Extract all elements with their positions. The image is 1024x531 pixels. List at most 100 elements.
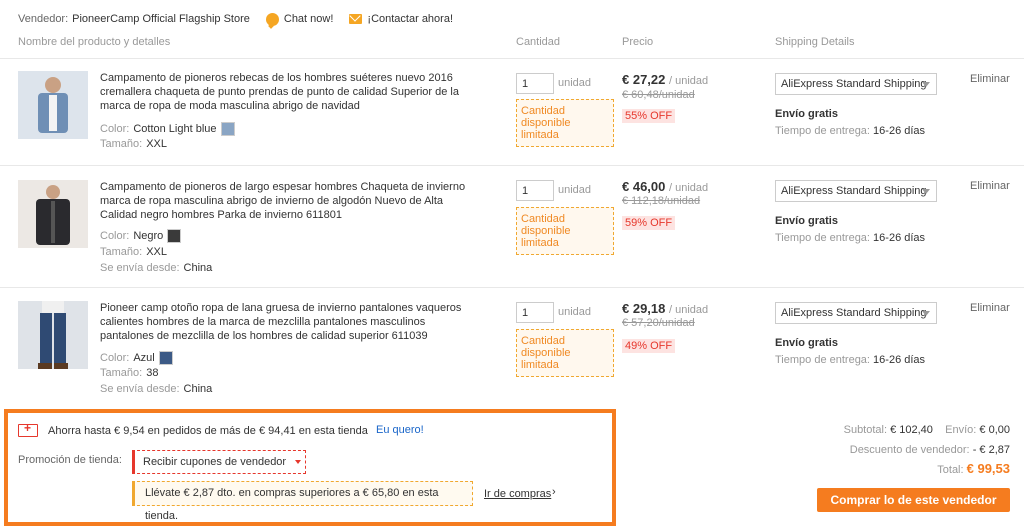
contact-now-button[interactable]: ¡Contactar ahora! [349, 13, 453, 25]
color-value: Cotton Light blue [133, 123, 217, 135]
product-thumbnail[interactable] [18, 71, 88, 139]
unit-price: € 27,22 / unidad [622, 72, 708, 87]
color-label: Color: [100, 352, 130, 364]
price-per-unit: / unidad [669, 75, 709, 87]
header-shipping: Shipping Details [775, 36, 855, 48]
contact-now-label: ¡Contactar ahora! [367, 13, 454, 25]
delivery-label: Tiempo de entrega: [775, 232, 870, 244]
color-swatch [220, 122, 235, 136]
original-price: € 60,48/unidad [622, 89, 695, 101]
product-image [18, 180, 88, 248]
quantity-unit: unidad [558, 77, 592, 89]
remove-item-link[interactable]: Eliminar [970, 73, 1010, 85]
unit-price: € 46,00 / unidad [622, 179, 708, 194]
chevron-down-icon [295, 460, 302, 465]
product-size: Tamaño: XXL [100, 137, 167, 151]
ships-from: Se envía desde: China [100, 382, 212, 396]
price-value: € 27,22 [622, 72, 666, 87]
product-title-link[interactable]: Campamento de pioneros rebecas de los ho… [100, 71, 470, 113]
delivery-label: Tiempo de entrega: [775, 354, 870, 366]
price-per-unit: / unidad [669, 304, 709, 316]
chat-now-button[interactable]: Chat now! [265, 12, 334, 26]
ships-from-value: China [183, 383, 213, 395]
product-thumbnail[interactable] [18, 180, 88, 248]
quantity-input[interactable] [516, 73, 554, 94]
size-label: Tamaño: [100, 138, 143, 150]
vendor-discount-value: - € 2,87 [972, 444, 1010, 456]
cart-item-row: Campamento de pioneros de largo espesar … [0, 165, 1024, 287]
product-title-link[interactable]: Pioneer camp otoño ropa de lana gruesa d… [100, 301, 470, 343]
header-product: Nombre del producto y detalles [18, 36, 171, 48]
vendor-discount-label: Descuento de vendedor: [849, 444, 970, 456]
order-total-line: Total: € 99,53 [937, 461, 1010, 476]
color-swatch [158, 351, 173, 365]
color-value: Negro [133, 230, 164, 242]
product-thumbnail[interactable] [18, 301, 88, 369]
discount-badge: 55% OFF [622, 109, 676, 123]
vendor-discount-line: Descuento de vendedor: - € 2,87 [850, 444, 1010, 456]
product-size: Tamaño: 38 [100, 366, 158, 380]
shipping-cost-value: € 0,00 [979, 424, 1010, 436]
delivery-time: Tiempo de entrega: 16-26 días [775, 354, 925, 366]
column-headers: Nombre del producto y detalles Cantidad … [0, 36, 1024, 52]
coupon-dropdown-label: Recibir cupones de vendedor [143, 456, 287, 468]
size-label: Tamaño: [100, 246, 143, 258]
limited-stock-notice: Cantidad disponible limitada [516, 207, 614, 255]
cart-item-row: Campamento de pioneros rebecas de los ho… [0, 58, 1024, 165]
shipping-method-value: AliExpress Standard Shipping [781, 78, 927, 90]
color-label: Color: [100, 230, 130, 242]
shipping-method-select[interactable]: AliExpress Standard Shipping [775, 180, 937, 202]
remove-item-link[interactable]: Eliminar [970, 302, 1010, 314]
product-color: Color: Cotton Light blue [100, 122, 235, 136]
discount-badge: 49% OFF [622, 339, 676, 353]
chevron-down-icon [922, 189, 930, 194]
vendor-bar: Vendedor: PioneerCamp Official Flagship … [18, 10, 453, 28]
envelope-icon [349, 14, 363, 24]
shipping-method-select[interactable]: AliExpress Standard Shipping [775, 73, 937, 95]
product-title-link[interactable]: Campamento de pioneros de largo espesar … [100, 180, 470, 222]
subtotal-value: € 102,40 [890, 424, 933, 436]
header-price: Precio [622, 36, 654, 48]
want-coupon-link[interactable]: Eu quero! [376, 424, 424, 436]
unit-price: € 29,18 / unidad [622, 301, 708, 316]
get-vendor-coupons-dropdown[interactable]: Recibir cupones de vendedor [132, 450, 306, 474]
size-label: Tamaño: [100, 367, 143, 379]
shipping-method-value: AliExpress Standard Shipping [781, 307, 927, 319]
product-color: Color: Azul [100, 351, 173, 365]
chat-now-label: Chat now! [283, 13, 334, 25]
product-image [18, 71, 88, 139]
go-shopping-link[interactable]: Ir de compras [484, 488, 551, 500]
chevron-down-icon [922, 82, 930, 87]
remove-item-link[interactable]: Eliminar [970, 180, 1010, 192]
product-size: Tamaño: XXL [100, 245, 167, 259]
total-label: Total: [937, 464, 964, 476]
chevron-right-icon: › [552, 486, 556, 498]
coupon-icon [18, 421, 38, 437]
shipping-method-select[interactable]: AliExpress Standard Shipping [775, 302, 937, 324]
color-label: Color: [100, 123, 130, 135]
delivery-time: Tiempo de entrega: 16-26 días [775, 232, 925, 244]
price-value: € 46,00 [622, 179, 666, 194]
vendor-label: Vendedor: [18, 13, 69, 25]
quantity-input[interactable] [516, 302, 554, 323]
quantity-unit: unidad [558, 306, 592, 318]
store-discount-notice: Llévate € 2,87 dto. en compras superiore… [132, 481, 473, 522]
vendor-name-link[interactable]: PioneerCamp Official Flagship Store [72, 13, 250, 25]
color-swatch [167, 229, 182, 243]
limited-stock-notice: Cantidad disponible limitada [516, 99, 614, 147]
delivery-value: 16-26 días [873, 354, 926, 366]
size-value: 38 [146, 367, 159, 379]
quantity-input[interactable] [516, 180, 554, 201]
delivery-label: Tiempo de entrega: [775, 125, 870, 137]
limited-stock-notice: Cantidad disponible limitada [516, 329, 614, 377]
original-price: € 112,18/unidad [622, 195, 701, 207]
shipping-method-value: AliExpress Standard Shipping [781, 185, 927, 197]
delivery-value: 16-26 días [873, 125, 926, 137]
ships-from-label: Se envía desde: [100, 383, 180, 395]
buy-from-vendor-button[interactable]: Comprar lo de este vendedor [817, 488, 1010, 512]
cart-item-row: Pioneer camp otoño ropa de lana gruesa d… [0, 287, 1024, 409]
size-value: XXL [146, 138, 167, 150]
discount-badge: 59% OFF [622, 216, 676, 230]
quantity-unit: unidad [558, 184, 592, 196]
header-quantity: Cantidad [516, 36, 561, 48]
